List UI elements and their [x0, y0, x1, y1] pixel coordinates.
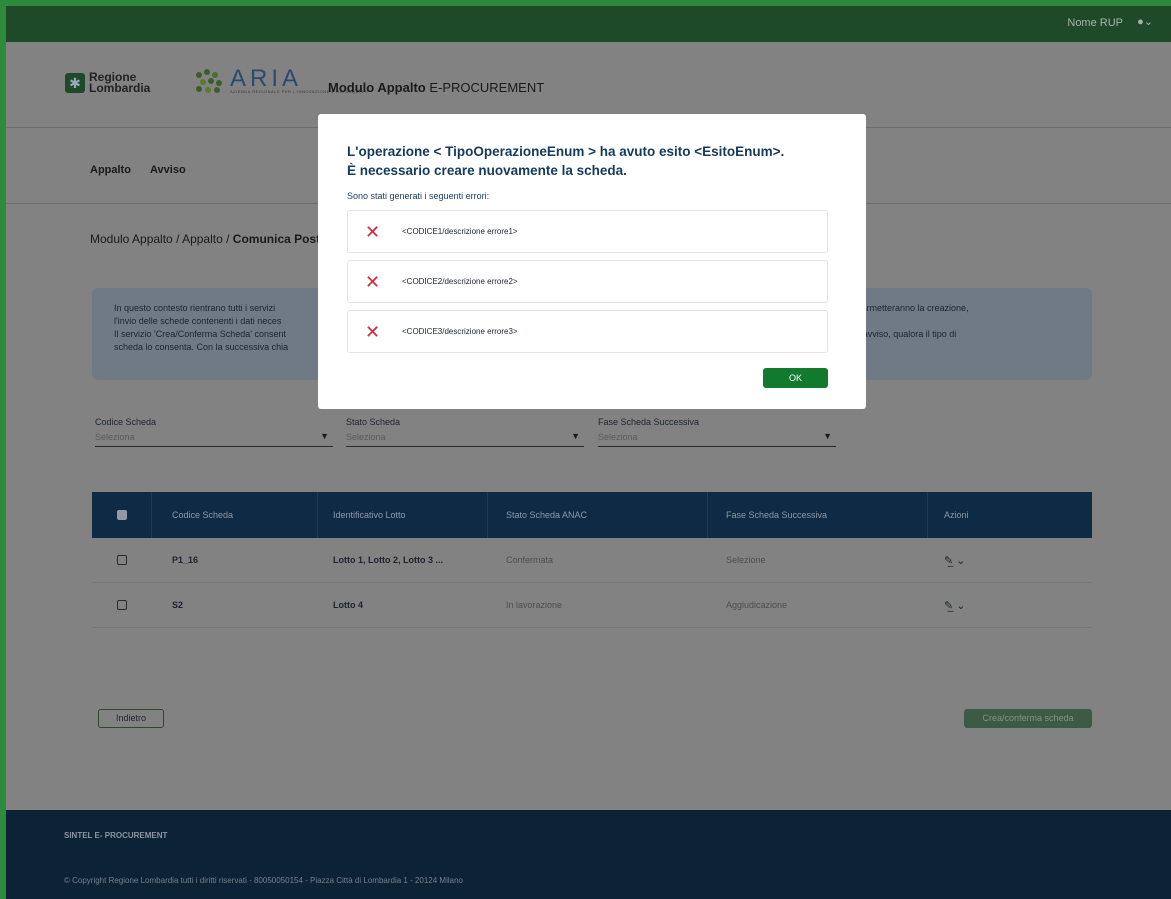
- app-title: Modulo Appalto E-PROCUREMENT: [328, 80, 544, 95]
- regione-lombardia-text: Regione Lombardia: [89, 70, 151, 95]
- select-placeholder: Seleziona: [346, 432, 386, 442]
- column-header[interactable]: Stato Scheda ANAC: [488, 492, 708, 538]
- filter-stato-scheda: Stato Scheda Seleziona ▼: [346, 417, 584, 447]
- table-header: Codice Scheda Identificativo Lotto Stato…: [92, 492, 1092, 538]
- error-modal: L'operazione < TipoOperazioneEnum > ha a…: [318, 114, 866, 409]
- back-button[interactable]: Indietro: [98, 709, 164, 728]
- select-placeholder: Seleziona: [598, 432, 638, 442]
- cell-azioni: ✎̲ ⌄: [928, 538, 1092, 582]
- cell-fase: Aggiudicazione: [726, 600, 788, 610]
- error-item: ✕ <CODICE3/descrizione errore3>: [347, 310, 828, 353]
- user-icon[interactable]: ●⌄: [1137, 15, 1153, 28]
- cell-lotto: Lotto 1, Lotto 2, Lotto 3 ...: [333, 555, 443, 565]
- chevron-down-icon: ▼: [571, 431, 580, 441]
- top-bar: Nome RUP ●⌄: [6, 6, 1171, 42]
- footer: SINTEL E- PROCUREMENT © Copyright Region…: [6, 810, 1171, 899]
- tab-avviso[interactable]: Avviso: [150, 164, 186, 176]
- stato-scheda-select[interactable]: Seleziona ▼: [346, 431, 584, 447]
- filter-label: Stato Scheda: [346, 417, 401, 427]
- breadcrumb-current: Comunica Post: [232, 232, 321, 246]
- info-line: i permetteranno la creazione,: [852, 303, 969, 313]
- error-message: <CODICE3/descrizione errore3>: [402, 327, 518, 336]
- create-confirm-button[interactable]: Crea/conferma scheda: [964, 709, 1092, 728]
- modal-title: L'operazione < TipoOperazioneEnum > ha a…: [347, 142, 847, 180]
- cell-codice: S2: [172, 600, 184, 610]
- info-right: i permetteranno la creazione, ell'avviso…: [852, 302, 1082, 341]
- edit-icon[interactable]: ✎̲ ⌄: [944, 599, 966, 612]
- select-placeholder: Seleziona: [95, 432, 135, 442]
- ok-button[interactable]: OK: [763, 368, 828, 388]
- filter-fase-scheda: Fase Scheda Successiva Seleziona ▼: [598, 417, 836, 447]
- fase-scheda-select[interactable]: Seleziona ▼: [598, 431, 836, 447]
- cell-stato: In lavorazione: [506, 600, 563, 610]
- aria-dots-icon: [194, 68, 226, 94]
- column-header[interactable]: Codice Scheda: [152, 492, 318, 538]
- modal-title-line2: È necessario creare nuovamente la scheda…: [347, 163, 627, 178]
- row-select-cell: [92, 538, 152, 582]
- modal-title-line1: L'operazione < TipoOperazioneEnum > ha a…: [347, 144, 785, 159]
- header-select-cell: [92, 492, 152, 538]
- row-checkbox[interactable]: [117, 555, 127, 565]
- error-item: ✕ <CODICE1/descrizione errore1>: [347, 210, 828, 253]
- app-frame: Nome RUP ●⌄ ✱ Regione Lombardia ARIA AZIE…: [0, 0, 1171, 899]
- app-title-bold: Modulo Appalto: [328, 80, 426, 95]
- cell-azioni: ✎̲ ⌄: [928, 583, 1092, 627]
- edit-icon[interactable]: ✎̲ ⌄: [944, 554, 966, 567]
- chevron-down-icon: ▼: [823, 431, 832, 441]
- info-line: [852, 315, 1082, 328]
- cell-fase: Selezione: [726, 555, 766, 565]
- table-row: P1_16 Lotto 1, Lotto 2, Lotto 3 ... Conf…: [92, 538, 1092, 583]
- schede-table: Codice Scheda Identificativo Lotto Stato…: [92, 492, 1092, 628]
- cell-codice: P1_16: [172, 555, 199, 565]
- chevron-down-icon: ▼: [320, 431, 329, 441]
- cell-lotto: Lotto 4: [333, 600, 363, 610]
- error-x-icon: ✕: [365, 221, 381, 242]
- filter-label: Fase Scheda Successiva: [598, 417, 700, 427]
- modal-subtitle: Sono stati generati i seguenti errori:: [347, 191, 490, 201]
- footer-copyright: © Copyright Regione Lombardia tutti i di…: [64, 876, 463, 885]
- codice-scheda-select[interactable]: Seleziona ▼: [95, 431, 333, 447]
- error-item: ✕ <CODICE2/descrizione errore2>: [347, 260, 828, 303]
- error-x-icon: ✕: [365, 271, 381, 292]
- breadcrumb-path[interactable]: Modulo Appalto / Appalto /: [90, 232, 233, 246]
- info-line: ell'avviso, qualora il tipo di: [852, 329, 957, 339]
- table-row: S2 Lotto 4 In lavorazione Aggiudicazione…: [92, 583, 1092, 628]
- app-title-rest: E-PROCUREMENT: [425, 80, 545, 95]
- error-message: <CODICE1/descrizione errore1>: [402, 227, 518, 236]
- error-message: <CODICE2/descrizione errore2>: [402, 277, 518, 286]
- cell-stato: Confermata: [506, 555, 554, 565]
- regione-lombardia-mark-icon: ✱: [65, 73, 85, 93]
- error-x-icon: ✕: [365, 321, 381, 342]
- filter-codice-scheda: Codice Scheda Seleziona ▼: [95, 417, 333, 447]
- breadcrumb: Modulo Appalto / Appalto / Comunica Post: [90, 232, 320, 246]
- column-header[interactable]: Fase Scheda Successiva: [708, 492, 928, 538]
- column-header: Azioni: [944, 510, 969, 520]
- filter-label: Codice Scheda: [95, 417, 157, 427]
- regione-lombardia-logo: ✱ Regione Lombardia: [65, 70, 151, 95]
- select-all-checkbox[interactable]: [116, 510, 127, 520]
- row-select-cell: [92, 583, 152, 627]
- user-name[interactable]: Nome RUP: [1067, 17, 1123, 29]
- tab-appalto[interactable]: Appalto: [90, 164, 131, 176]
- footer-title: SINTEL E- PROCUREMENT: [64, 831, 168, 840]
- column-header[interactable]: Identificativo Lotto: [318, 492, 488, 538]
- row-checkbox[interactable]: [117, 600, 127, 610]
